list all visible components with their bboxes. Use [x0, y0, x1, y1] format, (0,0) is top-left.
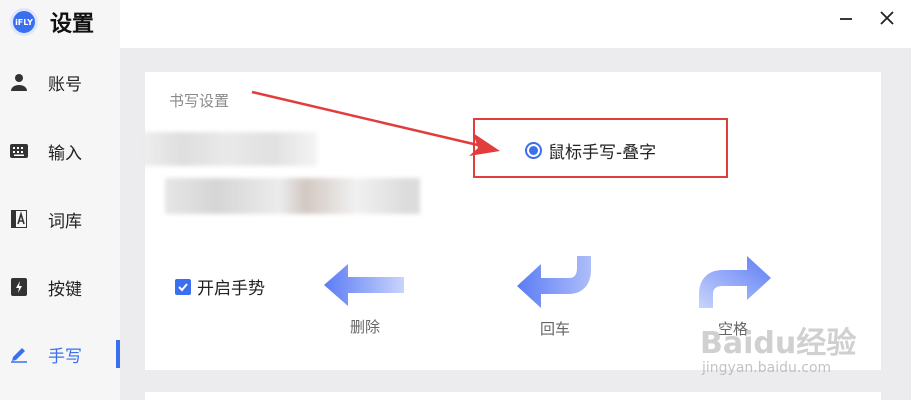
- brand: iFLY 设置: [10, 6, 94, 38]
- sidebar-item-input[interactable]: 输入: [0, 131, 120, 171]
- sidebar-item-label: 账号: [48, 74, 82, 95]
- checkbox-checked-icon: [175, 278, 191, 295]
- close-icon: [879, 10, 895, 30]
- sidebar-item-keys[interactable]: 按键: [0, 267, 120, 307]
- mode-radio-mouse-overlap[interactable]: 鼠标手写-叠字: [525, 138, 656, 163]
- key-icon: [10, 278, 28, 296]
- radio-label: 鼠标手写-叠字: [548, 143, 657, 163]
- gesture-space: 空格: [673, 256, 793, 339]
- arrow-right-up-icon: [695, 256, 771, 312]
- sidebar-item-account[interactable]: 账号: [0, 62, 120, 102]
- annotation-arrow: [251, 90, 500, 156]
- return-arrow-icon: [517, 256, 593, 312]
- app-logo: iFLY: [10, 8, 38, 36]
- gesture-label: 删除: [349, 318, 380, 336]
- keyboard-icon: [10, 142, 28, 160]
- sidebar-item-label: 输入: [48, 143, 82, 164]
- blurred-option: [165, 178, 420, 214]
- highlight-box: 鼠标手写-叠字: [473, 118, 728, 178]
- sidebar-item-label: 按键: [48, 279, 82, 300]
- checkbox-label: 开启手势: [197, 279, 265, 299]
- radio-selected-icon: [525, 142, 542, 159]
- sidebar-item-dictionary[interactable]: 词库: [0, 199, 120, 239]
- next-settings-panel: [145, 392, 881, 400]
- sidebar-item-label: 手写: [48, 346, 82, 367]
- gesture-checkbox[interactable]: 开启手势: [175, 274, 265, 299]
- arrow-left-icon: [324, 264, 406, 310]
- sidebar-item-handwriting[interactable]: 手写: [0, 334, 120, 374]
- section-title: 书写设置: [169, 92, 230, 110]
- handwriting-settings-panel: 书写设置 鼠标手写-叠字 开启手势 删除 回车 空格: [137, 72, 881, 370]
- gesture-delete: 删除: [305, 264, 425, 337]
- minimize-icon: [839, 11, 853, 30]
- title-bar: [120, 0, 911, 48]
- gesture-label: 空格: [717, 320, 748, 338]
- app-title: 设置: [50, 12, 95, 37]
- user-icon: [10, 73, 28, 91]
- gesture-enter: 回车: [495, 256, 615, 339]
- sidebar: iFLY 设置 账号 输入 词库 按键 手写: [0, 0, 120, 400]
- close-button[interactable]: [873, 6, 901, 34]
- sidebar-item-label: 词库: [48, 211, 82, 232]
- gesture-label: 回车: [539, 320, 570, 338]
- pen-icon: [10, 345, 28, 363]
- dictionary-icon: [10, 210, 28, 228]
- minimize-button[interactable]: [832, 6, 860, 34]
